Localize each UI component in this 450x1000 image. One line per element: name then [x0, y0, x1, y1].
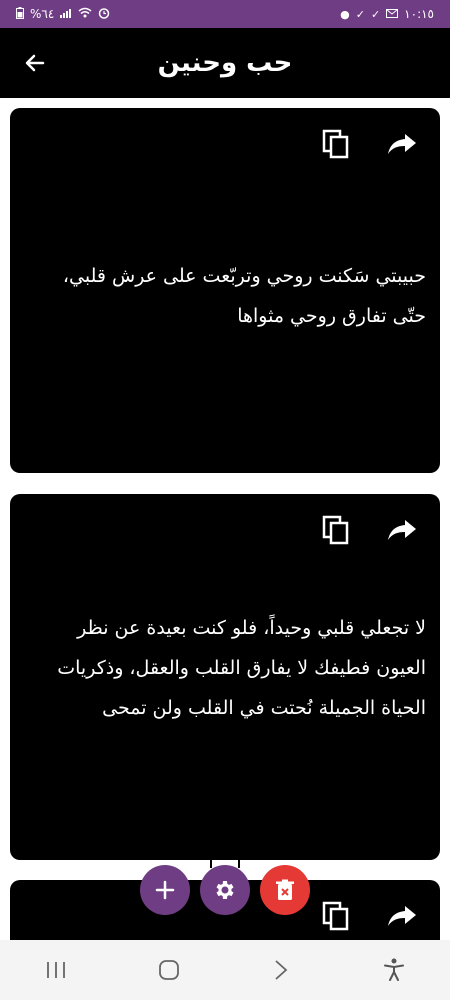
trash-icon	[276, 879, 294, 900]
check-notification-icon: ✓	[370, 7, 381, 21]
share-icon	[388, 906, 416, 926]
share-icon	[388, 520, 416, 540]
app-bar: حب وحنين	[0, 28, 450, 98]
settings-button[interactable]	[200, 865, 250, 915]
add-button[interactable]	[140, 865, 190, 915]
dot-icon: ●	[340, 7, 350, 21]
battery-percent: %٦٤	[30, 7, 55, 21]
quote-card: حبيبتي سَكنت روحي وتربّعت على عرش قلبي، …	[10, 108, 440, 473]
delete-button[interactable]	[260, 865, 310, 915]
alarm-icon	[98, 7, 110, 22]
share-button[interactable]	[384, 898, 420, 934]
signal-icon	[60, 8, 72, 21]
chevron-right-icon	[275, 960, 288, 980]
mail-icon	[386, 8, 399, 21]
card-actions	[318, 512, 420, 548]
quotes-list[interactable]: حبيبتي سَكنت روحي وتربّعت على عرش قلبي، …	[0, 98, 450, 940]
recent-apps-button[interactable]	[26, 940, 86, 1000]
plus-icon	[155, 880, 175, 900]
quote-text: لا تجعلي قلبي وحيداً، فلو كنت بعيدة عن ن…	[57, 617, 426, 719]
quote-card: لا تجعلي قلبي وحيداً، فلو كنت بعيدة عن ن…	[10, 494, 440, 860]
status-left: %٦٤	[16, 6, 110, 22]
page-title: حب وحنين	[157, 48, 293, 78]
fab-row	[140, 865, 310, 915]
accessibility-icon	[383, 958, 404, 981]
home-button[interactable]	[139, 940, 199, 1000]
back-button[interactable]	[18, 48, 52, 78]
wifi-icon	[78, 7, 92, 21]
card-actions	[318, 126, 420, 162]
system-nav-bar	[0, 940, 450, 1000]
status-right: ● ✓ ✓ ١٠:١٥	[340, 7, 434, 21]
battery-icon	[16, 6, 24, 22]
share-button[interactable]	[384, 512, 420, 548]
copy-button[interactable]	[318, 126, 354, 162]
arrow-left-icon	[25, 54, 45, 72]
check-notification-icon: ✓	[355, 7, 365, 21]
copy-button[interactable]	[318, 512, 354, 548]
accessibility-button[interactable]	[364, 940, 424, 1000]
copy-icon	[322, 129, 349, 159]
share-icon	[388, 134, 416, 154]
recent-apps-icon	[47, 962, 66, 978]
copy-icon	[322, 901, 349, 931]
copy-icon	[322, 515, 349, 545]
card-actions	[318, 898, 420, 934]
gear-icon	[216, 881, 234, 899]
share-button[interactable]	[384, 126, 420, 162]
copy-button[interactable]	[318, 898, 354, 934]
home-icon	[158, 960, 179, 980]
quote-text: حبيبتي سَكنت روحي وتربّعت على عرش قلبي، …	[62, 265, 426, 327]
status-bar: %٦٤ ● ✓ ✓ ١٠:١٥	[0, 0, 450, 28]
status-time: ١٠:١٥	[404, 7, 434, 21]
back-nav-button[interactable]	[251, 940, 311, 1000]
